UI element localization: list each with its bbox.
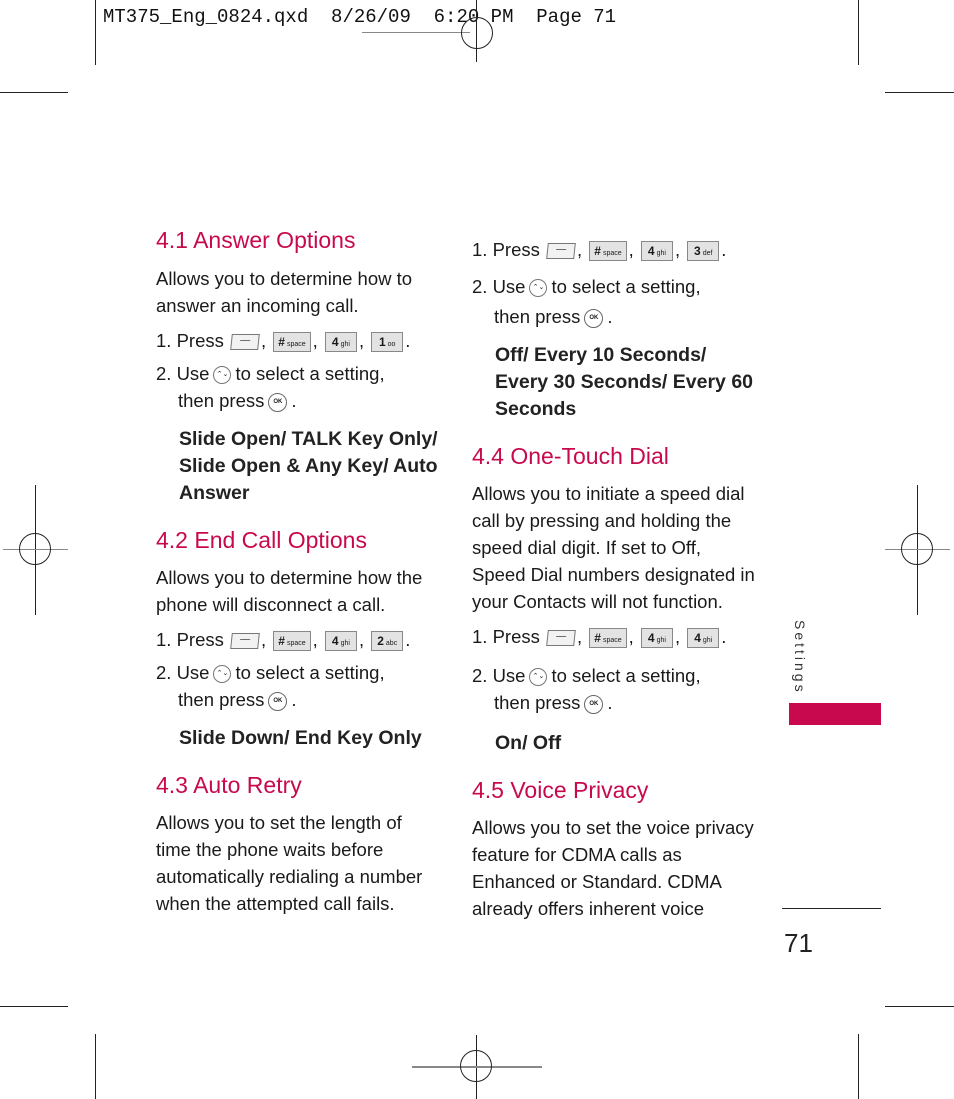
step-2: 2. Use ⌃⌄ to select a setting, then press O… xyxy=(156,662,385,711)
navigation-key-icon: ⌃⌄ xyxy=(529,668,548,687)
hash-key-icon: # space xyxy=(273,631,311,652)
section-description: Allows you to determine how to answer an… xyxy=(156,268,413,316)
setting-options: Slide Down/ End Key Only xyxy=(179,727,422,749)
crop-mark xyxy=(0,1006,68,1007)
step-1: 1. Press —, # space, 4 ghi, 2 abc. xyxy=(156,629,411,652)
navigation-key-icon: ⌃⌄ xyxy=(213,665,232,684)
print-slug: MT375_Eng_0824.qxd 8/26/09 6:20 PM Page … xyxy=(103,6,617,28)
chapter-label: Settings xyxy=(792,620,808,695)
ok-key-icon: OK xyxy=(584,694,604,714)
hash-key-icon: # space xyxy=(589,628,627,649)
section-heading: 4.4 One-Touch Dial xyxy=(472,443,669,469)
page-number: 71 xyxy=(784,928,813,958)
ok-key-icon: OK xyxy=(268,691,288,711)
three-key-icon: 3 def xyxy=(687,241,720,262)
section-description: Allows you to set the voice privacy feat… xyxy=(472,817,754,919)
section-description: Allows you to initiate a speed dial call… xyxy=(472,483,755,612)
section-description: Allows you to determine how the phone wi… xyxy=(156,567,423,615)
soft-key-icon: — xyxy=(546,630,576,647)
crop-mark xyxy=(0,92,68,93)
step-1: 1. Press —, # space, 4 ghi, 1 oo. xyxy=(156,330,411,353)
one-key-icon: 1 oo xyxy=(371,332,404,353)
footer-rule xyxy=(782,908,881,909)
crop-mark xyxy=(885,1006,954,1007)
left-column: 4.1 Answer Options Allows you to determi… xyxy=(156,225,446,917)
step-2: 2. Use ⌃⌄ to select a setting, then press O… xyxy=(472,276,701,328)
setting-options: On/ Off xyxy=(495,732,562,754)
setting-options: Slide Open/ TALK Key Only/ Slide Open & … xyxy=(179,428,438,504)
section-heading: 4.2 End Call Options xyxy=(156,527,367,553)
setting-options: Off/ Every 10 Seconds/ Every 30 Seconds/… xyxy=(495,344,754,420)
soft-key-icon: — xyxy=(546,243,576,260)
four-key-icon: 4 ghi xyxy=(687,628,720,649)
right-column: 1. Press —, # space, 4 ghi, 3 def. 2. Use ⌃⌄… xyxy=(472,236,762,922)
four-key-icon: 4 ghi xyxy=(640,241,673,262)
hash-key-icon: # space xyxy=(273,332,311,353)
section-description: Allows you to set the length of time the… xyxy=(156,812,423,914)
crop-mark xyxy=(95,1034,96,1099)
chapter-tab xyxy=(789,703,881,725)
section-heading: 4.1 Answer Options xyxy=(156,227,356,253)
two-key-icon: 2 abc xyxy=(371,631,404,652)
crop-mark xyxy=(95,0,96,65)
navigation-key-icon: ⌃⌄ xyxy=(213,366,232,385)
four-key-icon: 4 ghi xyxy=(324,332,357,353)
step-1: 1. Press —, # space, 4 ghi, 4 ghi. xyxy=(472,626,727,649)
crop-mark xyxy=(858,1034,859,1099)
step-1: 1. Press —, # space, 4 ghi, 3 def. xyxy=(472,239,727,262)
crop-mark xyxy=(885,92,954,93)
soft-key-icon: — xyxy=(230,334,260,351)
soft-key-icon: — xyxy=(230,633,260,650)
section-heading: 4.3 Auto Retry xyxy=(156,772,302,798)
hash-key-icon: # space xyxy=(589,241,627,262)
four-key-icon: 4 ghi xyxy=(640,628,673,649)
crop-mark xyxy=(858,0,859,65)
ok-key-icon: OK xyxy=(268,392,288,412)
section-heading: 4.5 Voice Privacy xyxy=(472,777,649,803)
four-key-icon: 4 ghi xyxy=(324,631,357,652)
step-2: 2. Use ⌃⌄ to select a setting, then press O… xyxy=(156,363,385,412)
navigation-key-icon: ⌃⌄ xyxy=(529,279,548,298)
step-2: 2. Use ⌃⌄ to select a setting, then press O… xyxy=(472,665,701,714)
ok-key-icon: OK xyxy=(584,308,604,328)
